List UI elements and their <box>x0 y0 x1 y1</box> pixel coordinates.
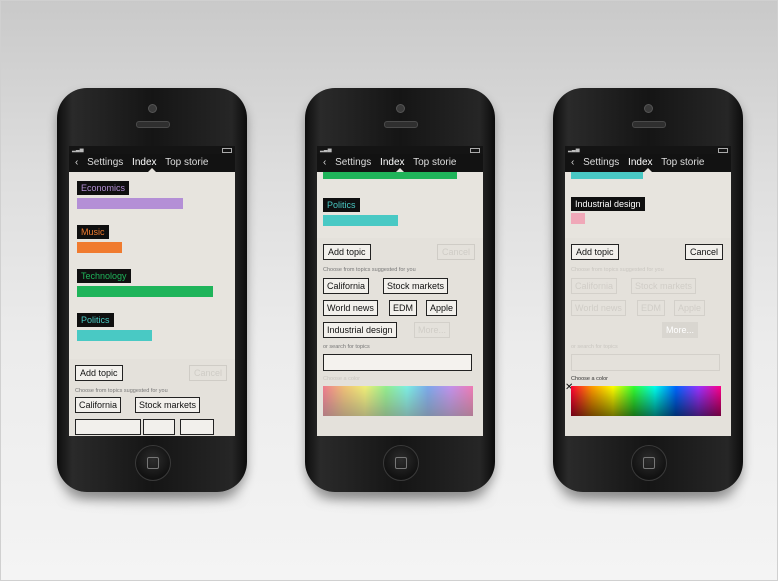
topic-bar-politics[interactable] <box>323 215 398 226</box>
chip-california[interactable]: California <box>571 278 618 294</box>
home-square-icon <box>147 457 159 469</box>
home-button[interactable] <box>383 445 419 481</box>
nav-top-stories[interactable]: Top storie <box>661 157 704 168</box>
suggested-label: Choose from topics suggested for you <box>571 267 664 273</box>
status-bar: ▂▃▅ <box>317 146 483 154</box>
topics-content: Economics Music Technology Politics Add … <box>69 172 235 436</box>
topic-bar-industrial-design[interactable] <box>571 213 585 224</box>
chip-industrial-design[interactable]: Industrial design <box>323 322 397 338</box>
top-nav: ‹ Settings Index Top storie <box>317 154 483 172</box>
phone-2: ▂▃▅ ‹ Settings Index Top storie Politics… <box>305 88 495 492</box>
phone-2-screen: ▂▃▅ ‹ Settings Index Top storie Politics… <box>317 146 483 436</box>
chip-california[interactable]: California <box>75 397 122 413</box>
add-topic-button[interactable]: Add topic <box>571 244 619 260</box>
chip-stock-markets[interactable]: Stock markets <box>383 278 449 294</box>
color-label: Choose a color <box>571 376 608 382</box>
back-icon[interactable]: ‹ <box>323 157 326 168</box>
topic-bar-politics[interactable] <box>77 330 152 341</box>
nav-index[interactable]: Index <box>628 157 652 168</box>
chip-partial-3[interactable] <box>180 419 214 435</box>
nav-index[interactable]: Index <box>132 157 156 168</box>
battery-icon <box>222 148 232 153</box>
add-topic-panel: Add topic Cancel Choose from topics sugg… <box>317 238 483 436</box>
chip-world-news[interactable]: World news <box>323 300 378 316</box>
camera-icon <box>396 104 405 113</box>
home-square-icon <box>395 457 407 469</box>
topic-tag-music[interactable]: Music <box>77 225 109 239</box>
cancel-button[interactable]: Cancel <box>684 244 723 260</box>
chip-edm[interactable]: EDM <box>389 300 417 316</box>
topics-content: Industrial design Add topic Cancel Choos… <box>565 172 731 436</box>
topic-bar-economics[interactable] <box>77 198 183 209</box>
nav-settings[interactable]: Settings <box>583 157 619 168</box>
cancel-button[interactable]: Cancel <box>436 244 475 260</box>
home-square-icon <box>643 457 655 469</box>
chip-stock-markets[interactable]: Stock markets <box>631 278 697 294</box>
camera-icon <box>644 104 653 113</box>
topic-tag-technology[interactable]: Technology <box>77 269 131 283</box>
chip-edm[interactable]: EDM <box>637 300 665 316</box>
chip-apple[interactable]: Apple <box>426 300 458 316</box>
phone-1: ▂▃▅ ‹ Settings Index Top storie Economic… <box>57 88 247 492</box>
suggested-label: Choose from topics suggested for you <box>323 267 416 273</box>
nav-settings[interactable]: Settings <box>87 157 123 168</box>
chip-california[interactable]: California <box>323 278 370 294</box>
topic-tag-politics[interactable]: Politics <box>323 198 360 212</box>
topic-bar-technology[interactable] <box>323 172 457 179</box>
search-label: or search for topics <box>571 344 618 350</box>
phone-3: ▂▃▅ ‹ Settings Index Top storie Industri… <box>553 88 743 492</box>
chip-stock-markets[interactable]: Stock markets <box>135 397 201 413</box>
chip-more[interactable]: More... <box>414 322 451 338</box>
topic-bar-music[interactable] <box>77 242 122 253</box>
status-bar: ▂▃▅ <box>565 146 731 154</box>
signal-icon: ▂▃▅ <box>568 147 580 153</box>
camera-icon <box>148 104 157 113</box>
back-icon[interactable]: ‹ <box>571 157 574 168</box>
topic-tag-economics[interactable]: Economics <box>77 181 130 195</box>
status-bar: ▂▃▅ <box>69 146 235 154</box>
top-nav: ‹ Settings Index Top storie <box>69 154 235 172</box>
phone-3-screen: ▂▃▅ ‹ Settings Index Top storie Industri… <box>565 146 731 436</box>
topic-tag-industrial-design[interactable]: Industrial design <box>571 197 645 211</box>
phone-1-screen: ▂▃▅ ‹ Settings Index Top storie Economic… <box>69 146 235 436</box>
topic-tag-politics[interactable]: Politics <box>77 313 114 327</box>
speaker-icon <box>384 121 418 128</box>
suggested-label: Choose from topics suggested for you <box>75 388 168 394</box>
signal-icon: ▂▃▅ <box>320 147 332 153</box>
color-picker[interactable] <box>323 386 473 416</box>
search-label: or search for topics <box>323 344 370 350</box>
cancel-button[interactable]: Cancel <box>188 365 227 381</box>
speaker-icon <box>632 121 666 128</box>
add-topic-button[interactable]: Add topic <box>323 244 371 260</box>
topic-search-input[interactable] <box>571 354 720 371</box>
home-button[interactable] <box>631 445 667 481</box>
topic-bar-technology[interactable] <box>77 286 213 297</box>
chip-more[interactable]: More... <box>662 322 699 338</box>
home-button[interactable] <box>135 445 171 481</box>
add-topic-panel: Add topic Cancel Choose from topics sugg… <box>69 359 235 436</box>
chip-partial-2[interactable] <box>143 419 175 435</box>
add-topic-button[interactable]: Add topic <box>75 365 123 381</box>
color-label: Choose a color <box>323 376 360 382</box>
color-picker[interactable] <box>571 386 721 416</box>
chip-apple[interactable]: Apple <box>674 300 706 316</box>
signal-icon: ▂▃▅ <box>72 147 84 153</box>
nav-top-stories[interactable]: Top storie <box>413 157 456 168</box>
battery-icon <box>470 148 480 153</box>
battery-icon <box>718 148 728 153</box>
chip-world-news[interactable]: World news <box>571 300 626 316</box>
topics-content: Politics Add topic Cancel Choose from to… <box>317 172 483 436</box>
speaker-icon <box>136 121 170 128</box>
chip-partial-1[interactable] <box>75 419 141 435</box>
topic-search-input[interactable] <box>323 354 472 371</box>
topic-bar-politics[interactable] <box>571 172 643 179</box>
add-topic-panel: Add topic Cancel Choose from topics sugg… <box>565 238 731 436</box>
nav-settings[interactable]: Settings <box>335 157 371 168</box>
top-nav: ‹ Settings Index Top storie <box>565 154 731 172</box>
back-icon[interactable]: ‹ <box>75 157 78 168</box>
nav-top-stories[interactable]: Top storie <box>165 157 208 168</box>
nav-index[interactable]: Index <box>380 157 404 168</box>
